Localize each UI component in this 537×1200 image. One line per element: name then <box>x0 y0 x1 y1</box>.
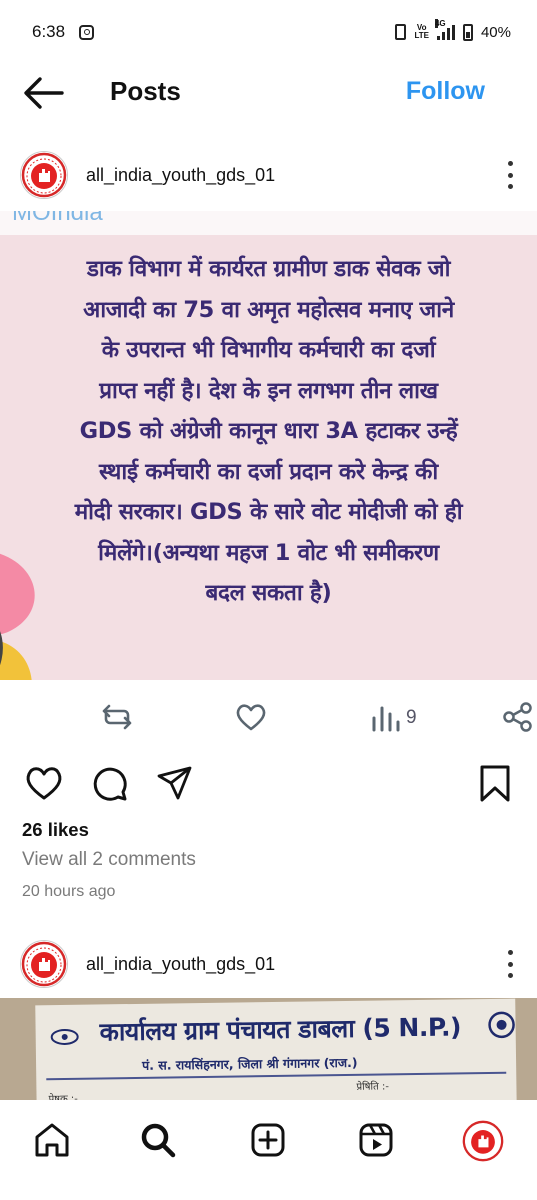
profile-avatar-icon <box>462 1120 504 1162</box>
comment-button[interactable] <box>90 764 130 809</box>
post-username[interactable]: all_india_youth_gds_01 <box>86 954 275 975</box>
home-icon <box>35 1123 69 1157</box>
network-type: 4G <box>434 18 446 28</box>
image-text: डाक विभाग में कार्यरत ग्रामीण डाक सेवक ज… <box>0 249 537 614</box>
battery-percent: 40% <box>480 23 511 41</box>
document-paper: कार्यालय ग्राम पंचायत डाबला (5 N.P.) पं.… <box>35 998 517 1100</box>
search-icon <box>141 1123 176 1158</box>
tweet-like-button[interactable] <box>234 700 268 736</box>
profile-logo-icon <box>21 941 67 987</box>
status-icons: Vo LTE 4G 40% <box>395 18 511 41</box>
nav-reels[interactable] <box>356 1120 396 1160</box>
image-text-line: बदल सकता है) <box>205 580 332 606</box>
image-text-line: स्थाई कर्मचारी का दर्जा प्रदान करे केन्द… <box>99 458 438 485</box>
repost-icon <box>102 704 132 730</box>
paper-plane-icon <box>157 766 192 800</box>
emblem-icon <box>50 1028 79 1045</box>
seal-icon <box>488 1011 515 1039</box>
status-time: 6:38 <box>32 22 66 41</box>
nav-home[interactable] <box>32 1120 72 1160</box>
heart-icon <box>26 767 62 800</box>
heart-icon <box>236 704 266 731</box>
follow-button[interactable]: Follow <box>406 77 485 106</box>
three-dots-vertical-icon <box>507 161 513 166</box>
post-image[interactable]: कार्यालय ग्राम पंचायत डाबला (5 N.P.) पं.… <box>0 998 537 1100</box>
repost-button[interactable] <box>100 700 134 736</box>
plus-square-icon <box>251 1123 285 1157</box>
signal-icon: 4G <box>434 18 455 40</box>
tweet-share-button[interactable] <box>502 700 534 736</box>
arrow-left-icon <box>24 77 64 109</box>
bookmark-icon <box>480 765 510 802</box>
likes-count[interactable]: 26 likes <box>22 819 89 841</box>
comment-bubble-icon <box>93 767 127 801</box>
post-header: all_india_youth_gds_01 <box>0 932 537 996</box>
like-button[interactable] <box>24 764 64 807</box>
avatar[interactable] <box>20 151 68 199</box>
image-strip-text: MOIndia <box>12 211 103 226</box>
image-top-strip: MOIndia <box>0 211 537 235</box>
bottom-navigation <box>0 1100 537 1200</box>
image-text-line: मिलेंगे।(अन्यथा महज 1 वोट भी समीकरण <box>98 539 439 566</box>
nav-search[interactable] <box>138 1120 178 1160</box>
volte-icon: Vo LTE <box>414 24 429 40</box>
post-image[interactable]: MOIndia डाक विभाग में कार्यरत ग्रामीण डा… <box>0 211 537 680</box>
post-username[interactable]: all_india_youth_gds_01 <box>86 165 275 186</box>
image-text-line: GDS को अंग्रेजी कानून धारा 3A हटाकर उन्ह… <box>79 418 458 444</box>
battery-icon <box>462 23 473 41</box>
back-button[interactable] <box>22 76 64 110</box>
avatar[interactable] <box>20 940 68 988</box>
post-timestamp: 20 hours ago <box>22 883 116 900</box>
document-divider <box>46 1071 507 1080</box>
views-count: 9 <box>406 707 417 728</box>
page-title: Posts <box>110 76 181 106</box>
nav-create[interactable] <box>248 1120 288 1160</box>
image-text-line: के उपरान्त भी विभागीय कर्मचारी का दर्जा <box>101 337 436 363</box>
top-bar: Posts Follow <box>0 64 537 120</box>
document-subtitle: पं. स. रायसिंहनगर, जिला श्री गंगानगर (रा… <box>141 1054 358 1073</box>
document-recipient-label: प्रेषिति :- <box>356 1081 390 1093</box>
document-title: कार्यालय ग्राम पंचायत डाबला (5 N.P.) <box>99 1012 462 1047</box>
profile-logo-icon <box>21 152 67 198</box>
post-header: all_india_youth_gds_01 <box>0 143 537 207</box>
share-nodes-icon <box>503 702 532 732</box>
instagram-notification-icon <box>79 24 95 40</box>
document-sender-label: प्रेषक :- <box>48 1093 78 1100</box>
reels-icon <box>359 1123 393 1157</box>
post-actions <box>0 760 537 810</box>
nav-profile[interactable] <box>462 1120 504 1162</box>
vibrate-icon <box>395 24 407 40</box>
status-bar: 6:38 Vo LTE 4G 40% <box>0 0 537 64</box>
bar-chart-icon <box>372 706 400 732</box>
send-button[interactable] <box>156 764 194 807</box>
views-button[interactable] <box>370 700 402 736</box>
embedded-tweet-actions: 9 <box>0 700 537 740</box>
three-dots-vertical-icon <box>507 950 513 955</box>
more-options-button[interactable] <box>503 950 517 978</box>
volte-label-bottom: LTE <box>414 31 429 40</box>
image-text-line: आजादी का 75 वा अमृत महोत्सव मनाए जाने <box>83 296 454 323</box>
more-options-button[interactable] <box>503 161 517 189</box>
view-comments-link[interactable]: View all 2 comments <box>22 849 196 871</box>
image-text-line: डाक विभाग में कार्यरत ग्रामीण डाक सेवक ज… <box>86 256 451 282</box>
image-text-line: प्राप्त नहीं है। देश के इन लगभग तीन लाख <box>99 377 438 404</box>
image-text-line: मोदी सरकार। GDS के सारे वोट मोदीजी को ही <box>74 499 463 525</box>
save-button[interactable] <box>478 764 512 809</box>
